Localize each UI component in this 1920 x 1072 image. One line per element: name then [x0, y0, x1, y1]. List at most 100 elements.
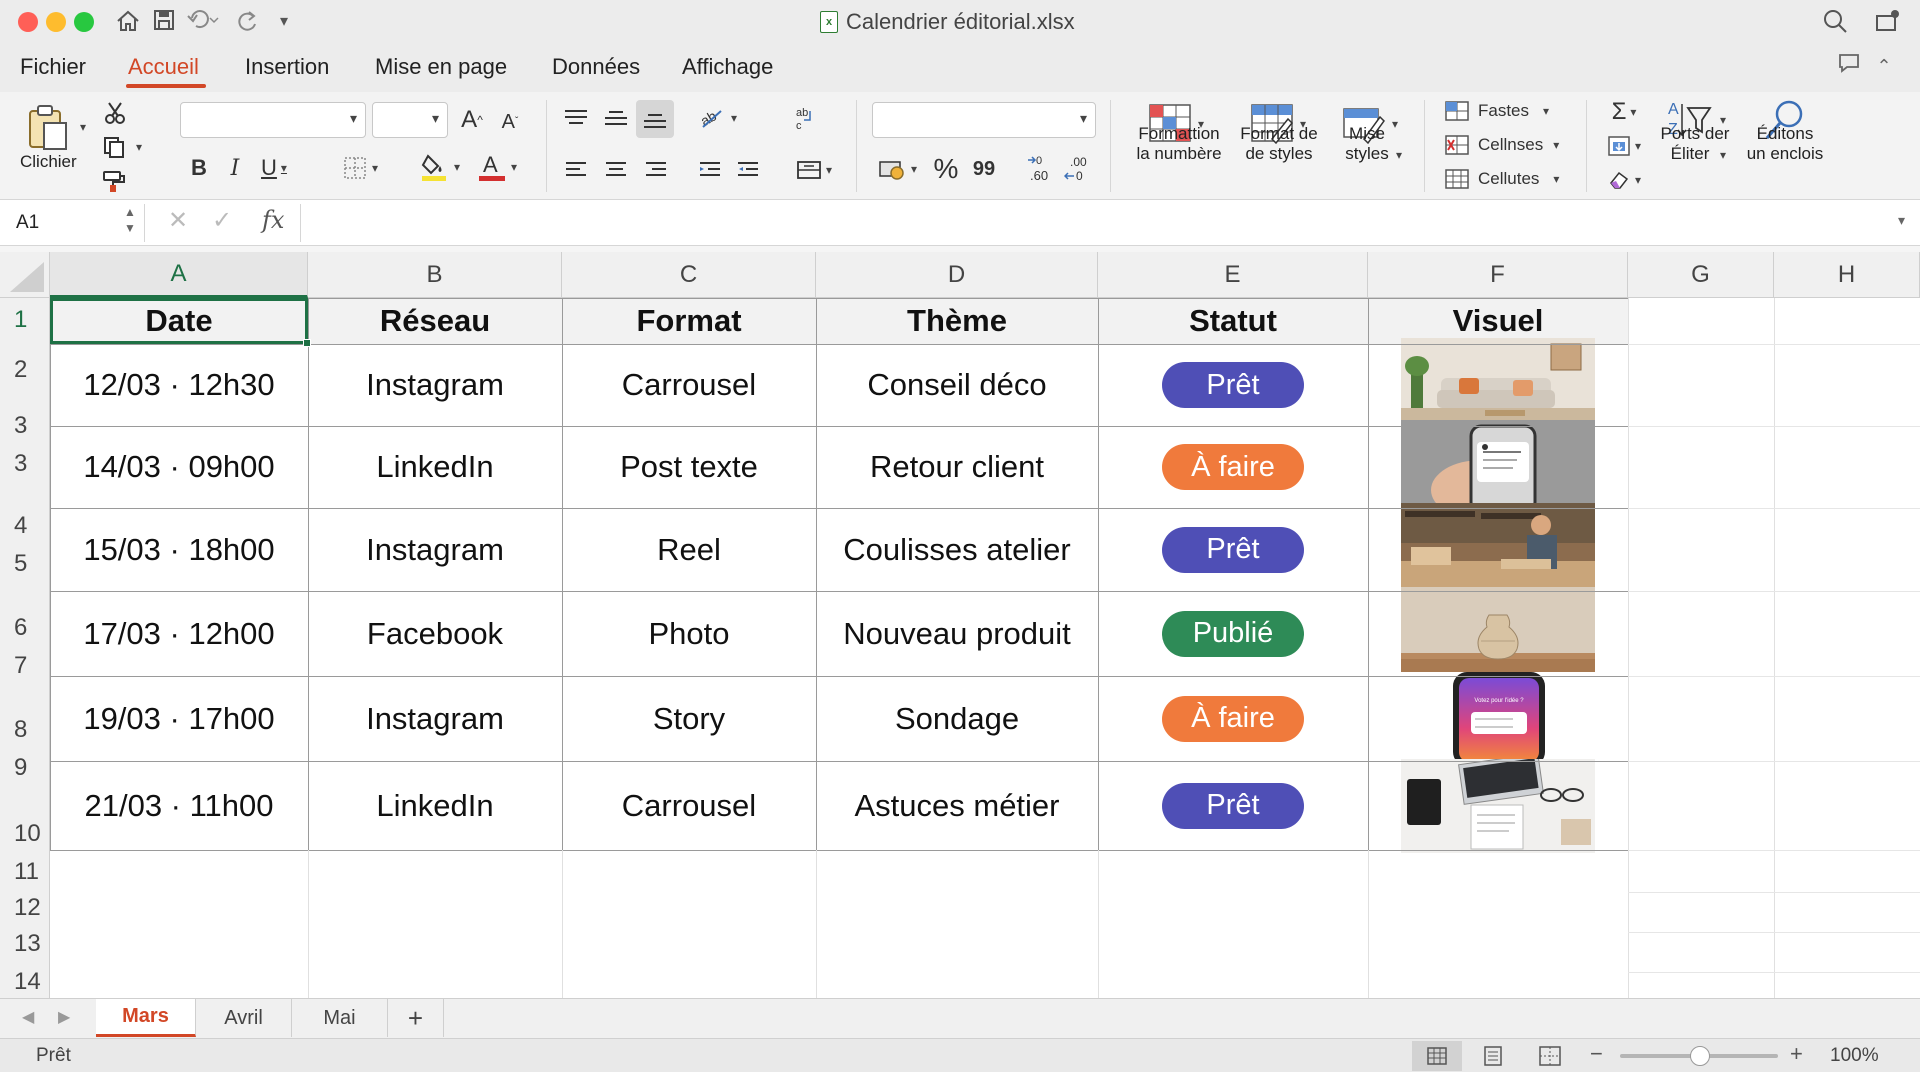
row-header-5[interactable]: 5	[0, 550, 50, 578]
previous-sheet-icon[interactable]: ◀	[22, 1007, 34, 1027]
decrease-indent-icon[interactable]	[694, 154, 726, 186]
increase-indent-icon[interactable]	[732, 154, 764, 186]
row-header-8[interactable]: 8	[0, 716, 50, 744]
percent-style-icon[interactable]: %	[930, 152, 962, 186]
cell-date-row-3[interactable]: 15/03 · 18h00	[50, 508, 308, 591]
align-bottom-icon[interactable]	[636, 100, 674, 138]
column-header-e[interactable]: E	[1098, 252, 1368, 298]
confirm-formula-icon[interactable]: ✓	[212, 206, 232, 235]
font-size-select[interactable]: ▾	[372, 102, 448, 138]
row-header-3b[interactable]: 3	[0, 450, 50, 478]
paste-button[interactable]	[20, 100, 76, 156]
cell-format-row-4[interactable]: Photo	[562, 591, 816, 676]
row-header-10[interactable]: 10	[0, 820, 50, 848]
undo-icon[interactable]	[184, 8, 224, 36]
cell-styles-chevron-icon[interactable]: ▾	[1396, 148, 1402, 162]
redo-icon[interactable]	[234, 8, 262, 36]
spreadsheet-grid[interactable]: A B C D E F G H 1 2 3 3 4 5 6 7 8 9 10 1…	[0, 252, 1920, 998]
page-layout-view-icon[interactable]	[1482, 1045, 1512, 1069]
header-cell-reseau[interactable]: Réseau	[308, 298, 562, 344]
row-header-9[interactable]: 9	[0, 754, 50, 782]
align-right-icon[interactable]	[640, 154, 672, 186]
cell-network-row-5[interactable]: Instagram	[308, 676, 562, 761]
cut-icon[interactable]	[100, 98, 130, 128]
cancel-formula-icon[interactable]: ✕	[168, 206, 188, 235]
cell-format-row-3[interactable]: Reel	[562, 508, 816, 591]
merge-center-icon[interactable]: ▾	[790, 154, 838, 186]
normal-view-icon[interactable]	[1412, 1041, 1462, 1071]
tab-mise-en-page[interactable]: Mise en page	[375, 52, 507, 82]
zoom-out-button[interactable]: −	[1590, 1041, 1603, 1067]
sheet-tab-mars[interactable]: Mars	[96, 999, 196, 1037]
minimize-window-button[interactable]	[46, 12, 66, 32]
cell-visual-row-3[interactable]	[1368, 502, 1628, 597]
bold-icon[interactable]: B	[186, 152, 212, 184]
name-box[interactable]: A1 ▲ ▼	[0, 204, 145, 242]
search-icon[interactable]	[1820, 8, 1850, 36]
formula-input[interactable]	[300, 204, 1900, 242]
delete-cells-button[interactable]: Cellnses ▾	[1444, 132, 1574, 158]
phone-story-thumbnail[interactable]: Votez pour l'idée ?	[1401, 671, 1595, 766]
wrap-text-icon[interactable]: ab c	[790, 102, 822, 134]
next-sheet-icon[interactable]: ▶	[58, 1007, 70, 1027]
text-orientation-icon[interactable]: ab ▾	[694, 102, 742, 134]
row-header-6[interactable]: 6	[0, 614, 50, 642]
borders-icon[interactable]: ▾	[336, 152, 384, 184]
cell-theme-row-3[interactable]: Coulisses atelier	[816, 508, 1098, 591]
insert-cells-button[interactable]: Fastes ▾	[1444, 98, 1574, 124]
comments-icon[interactable]	[1834, 52, 1864, 80]
cell-network-row-2[interactable]: LinkedIn	[308, 426, 562, 508]
select-all-corner[interactable]	[0, 252, 50, 298]
share-icon[interactable]	[1872, 8, 1902, 36]
cell-status-row-5[interactable]: À faire	[1098, 676, 1368, 761]
column-header-d[interactable]: D	[816, 252, 1098, 298]
row-header-13[interactable]: 13	[0, 930, 50, 958]
tab-accueil[interactable]: Accueil	[128, 52, 199, 82]
zoom-level[interactable]: 100%	[1830, 1045, 1879, 1067]
row-header-3[interactable]: 3	[0, 412, 50, 440]
copy-icon[interactable]	[98, 132, 130, 162]
cell-date-row-1[interactable]: 12/03 · 12h30	[50, 344, 308, 426]
row-header-12[interactable]: 12	[0, 894, 50, 922]
close-window-button[interactable]	[18, 12, 38, 32]
cell-network-row-6[interactable]: LinkedIn	[308, 761, 562, 850]
tab-insertion[interactable]: Insertion	[245, 52, 329, 82]
comma-style-icon[interactable]: 99	[968, 152, 1000, 186]
cell-status-row-4[interactable]: Publié	[1098, 591, 1368, 676]
increase-font-size-icon[interactable]: A ^	[456, 104, 488, 136]
cell-date-row-4[interactable]: 17/03 · 12h00	[50, 591, 308, 676]
font-color-icon[interactable]: A ▾	[472, 150, 522, 184]
decrease-font-size-icon[interactable]: Aˇ	[494, 106, 526, 138]
sort-filter-chevron-icon[interactable]: ▾	[1720, 148, 1726, 162]
cell-format-row-2[interactable]: Post texte	[562, 426, 816, 508]
fill-color-icon[interactable]: ▾	[412, 150, 468, 184]
column-header-f[interactable]: F	[1368, 252, 1628, 298]
cell-format-row-5[interactable]: Story	[562, 676, 816, 761]
row-header-11[interactable]: 11	[0, 858, 50, 886]
cell-status-row-3[interactable]: Prêt	[1098, 508, 1368, 591]
format-cells-button[interactable]: Cellutes ▾	[1444, 166, 1574, 192]
underline-icon[interactable]: U ▾	[258, 152, 290, 184]
cell-visual-row-6[interactable]	[1368, 758, 1628, 853]
decrease-decimal-icon[interactable]: .00 0	[1062, 152, 1096, 186]
row-header-14[interactable]: 14	[0, 968, 50, 996]
phone-hand-thumbnail[interactable]	[1401, 420, 1595, 514]
page-break-view-icon[interactable]	[1538, 1045, 1568, 1069]
fill-handle[interactable]	[303, 339, 311, 347]
workshop-thumbnail[interactable]	[1401, 502, 1595, 597]
living-room-thumbnail[interactable]	[1401, 338, 1595, 432]
cell-visual-row-2[interactable]	[1368, 420, 1628, 514]
cell-date-row-6[interactable]: 21/03 · 11h00	[50, 761, 308, 850]
cell-status-row-2[interactable]: À faire	[1098, 426, 1368, 508]
header-cell-statut[interactable]: Statut	[1098, 298, 1368, 344]
align-center-icon[interactable]	[600, 154, 632, 186]
insert-function-icon[interactable]: fx	[262, 206, 284, 234]
tab-affichage[interactable]: Affichage	[682, 52, 773, 82]
cell-visual-row-4[interactable]	[1368, 586, 1628, 681]
cell-visual-row-1[interactable]	[1368, 338, 1628, 432]
align-middle-icon[interactable]	[600, 102, 632, 134]
row-header-1[interactable]: 1	[0, 306, 50, 334]
clear-icon[interactable]: ▾	[1602, 166, 1646, 194]
desk-laptop-thumbnail[interactable]	[1401, 758, 1595, 853]
italic-icon[interactable]: I	[222, 152, 248, 184]
